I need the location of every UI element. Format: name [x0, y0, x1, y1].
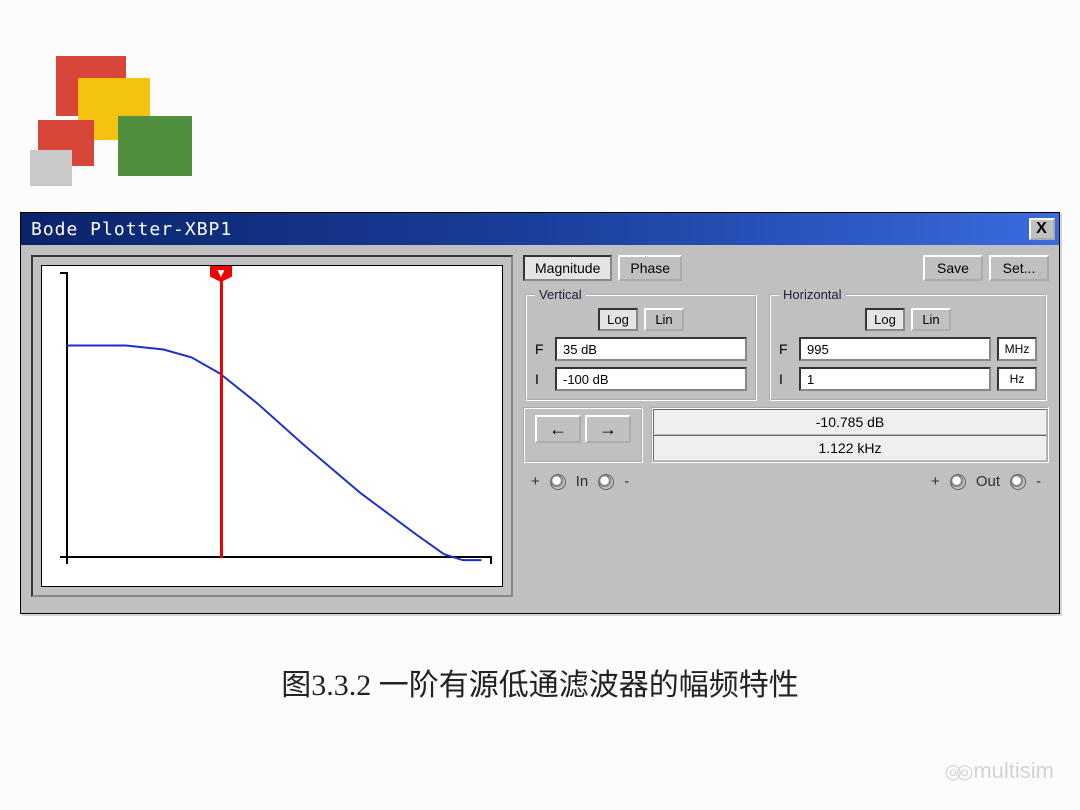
horizontal-f-label: F — [779, 341, 793, 357]
vertical-lin-button[interactable]: Lin — [644, 308, 684, 331]
close-button[interactable]: X — [1029, 218, 1055, 240]
out-label: Out — [976, 473, 1000, 490]
horizontal-i-label: I — [779, 371, 793, 387]
vertical-i-label: I — [535, 371, 549, 387]
horizontal-f-input[interactable] — [799, 337, 991, 361]
horizontal-i-input[interactable] — [799, 367, 991, 391]
plot-canvas[interactable]: ▼ — [41, 265, 503, 587]
decor-block — [118, 116, 192, 176]
minus-label: - — [624, 473, 629, 490]
set-button[interactable]: Set... — [989, 255, 1049, 281]
vertical-i-input[interactable] — [555, 367, 747, 391]
vertical-f-input[interactable] — [555, 337, 747, 361]
plus-label: + — [931, 473, 940, 490]
cursor-readouts: -10.785 dB 1.122 kHz — [651, 407, 1049, 463]
vertical-f-label: F — [535, 341, 549, 357]
bode-plotter-window: Bode Plotter-XBP1 X ▼ — [20, 212, 1060, 614]
readout-magnitude: -10.785 dB — [653, 409, 1047, 435]
watermark-icon: ◎◎ — [944, 759, 967, 784]
cursor-right-button[interactable]: → — [585, 415, 631, 443]
cursor-arrows: ← → — [523, 407, 643, 463]
plot-panel: ▼ — [31, 255, 513, 597]
out-minus-radio[interactable] — [1010, 474, 1026, 490]
vertical-legend: Vertical — [535, 287, 586, 302]
horizontal-lin-button[interactable]: Lin — [911, 308, 951, 331]
plus-label: + — [531, 473, 540, 490]
horizontal-i-unit: Hz — [997, 367, 1037, 391]
window-title: Bode Plotter-XBP1 — [31, 219, 1029, 240]
horizontal-group: Horizontal Log Lin F MHz I Hz — [769, 287, 1047, 401]
out-plus-radio[interactable] — [950, 474, 966, 490]
horizontal-f-unit: MHz — [997, 337, 1037, 361]
vertical-log-button[interactable]: Log — [598, 308, 638, 331]
magnitude-button[interactable]: Magnitude — [523, 255, 612, 281]
in-label: In — [576, 473, 589, 490]
decor-block — [30, 150, 72, 186]
cursor-left-button[interactable]: ← — [535, 415, 581, 443]
in-plus-radio[interactable] — [550, 474, 566, 490]
vertical-group: Vertical Log Lin F I — [525, 287, 757, 401]
watermark-text: multisim — [973, 758, 1054, 784]
controls-panel: Magnitude Phase Save Set... Vertical Log… — [523, 255, 1049, 603]
watermark: ◎◎ multisim — [944, 758, 1054, 784]
in-minus-radio[interactable] — [598, 474, 614, 490]
titlebar[interactable]: Bode Plotter-XBP1 X — [21, 213, 1059, 245]
horizontal-log-button[interactable]: Log — [865, 308, 905, 331]
minus-label: - — [1036, 473, 1041, 490]
phase-button[interactable]: Phase — [618, 255, 682, 281]
cursor-line[interactable] — [220, 266, 223, 558]
figure-caption: 图3.3.2 一阶有源低通滤波器的幅频特性 — [0, 660, 1080, 704]
horizontal-legend: Horizontal — [779, 287, 846, 302]
readout-frequency: 1.122 kHz — [653, 435, 1047, 461]
io-row: + In - + Out - — [523, 469, 1049, 494]
save-button[interactable]: Save — [923, 255, 983, 281]
